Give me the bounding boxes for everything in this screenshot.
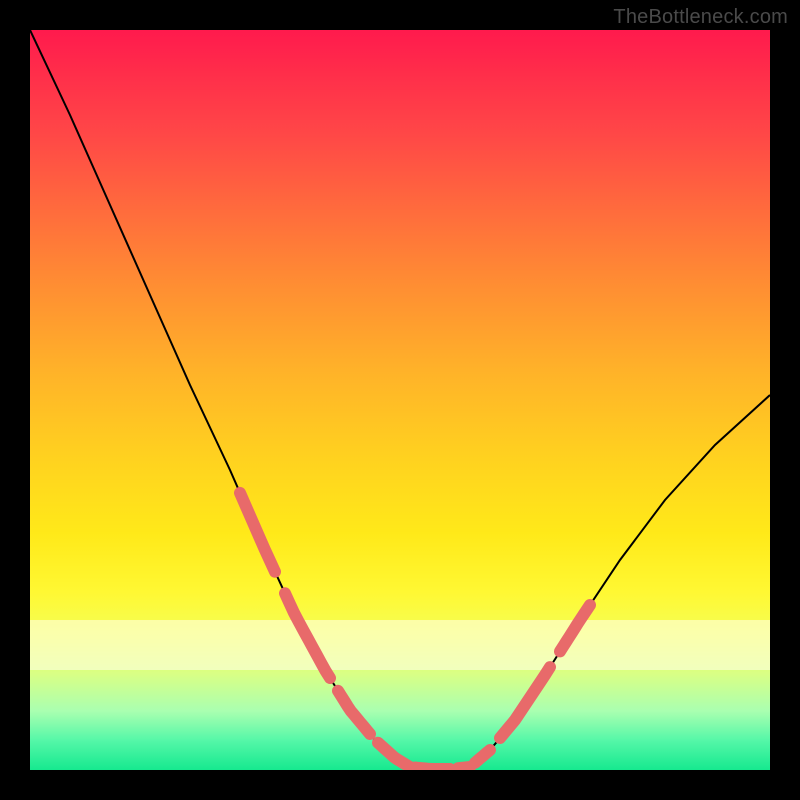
highlight-seg-2 <box>338 691 370 734</box>
highlight-seg-0 <box>240 493 275 572</box>
highlight-seg-6 <box>475 750 490 763</box>
highlight-seg-7 <box>500 667 550 738</box>
curve-layer <box>30 30 770 770</box>
highlight-seg-1 <box>285 593 330 678</box>
curve-lines <box>30 30 770 769</box>
watermark-text: TheBottleneck.com <box>613 6 788 29</box>
chart-frame: TheBottleneck.com <box>0 0 800 800</box>
highlight-seg-5 <box>458 767 470 768</box>
highlight-seg-8 <box>560 605 590 651</box>
highlight-segments <box>240 493 590 769</box>
highlight-seg-4 <box>415 768 450 770</box>
highlight-seg-3 <box>378 743 410 767</box>
plot-area <box>30 30 770 770</box>
curve-left-curve <box>30 30 410 767</box>
